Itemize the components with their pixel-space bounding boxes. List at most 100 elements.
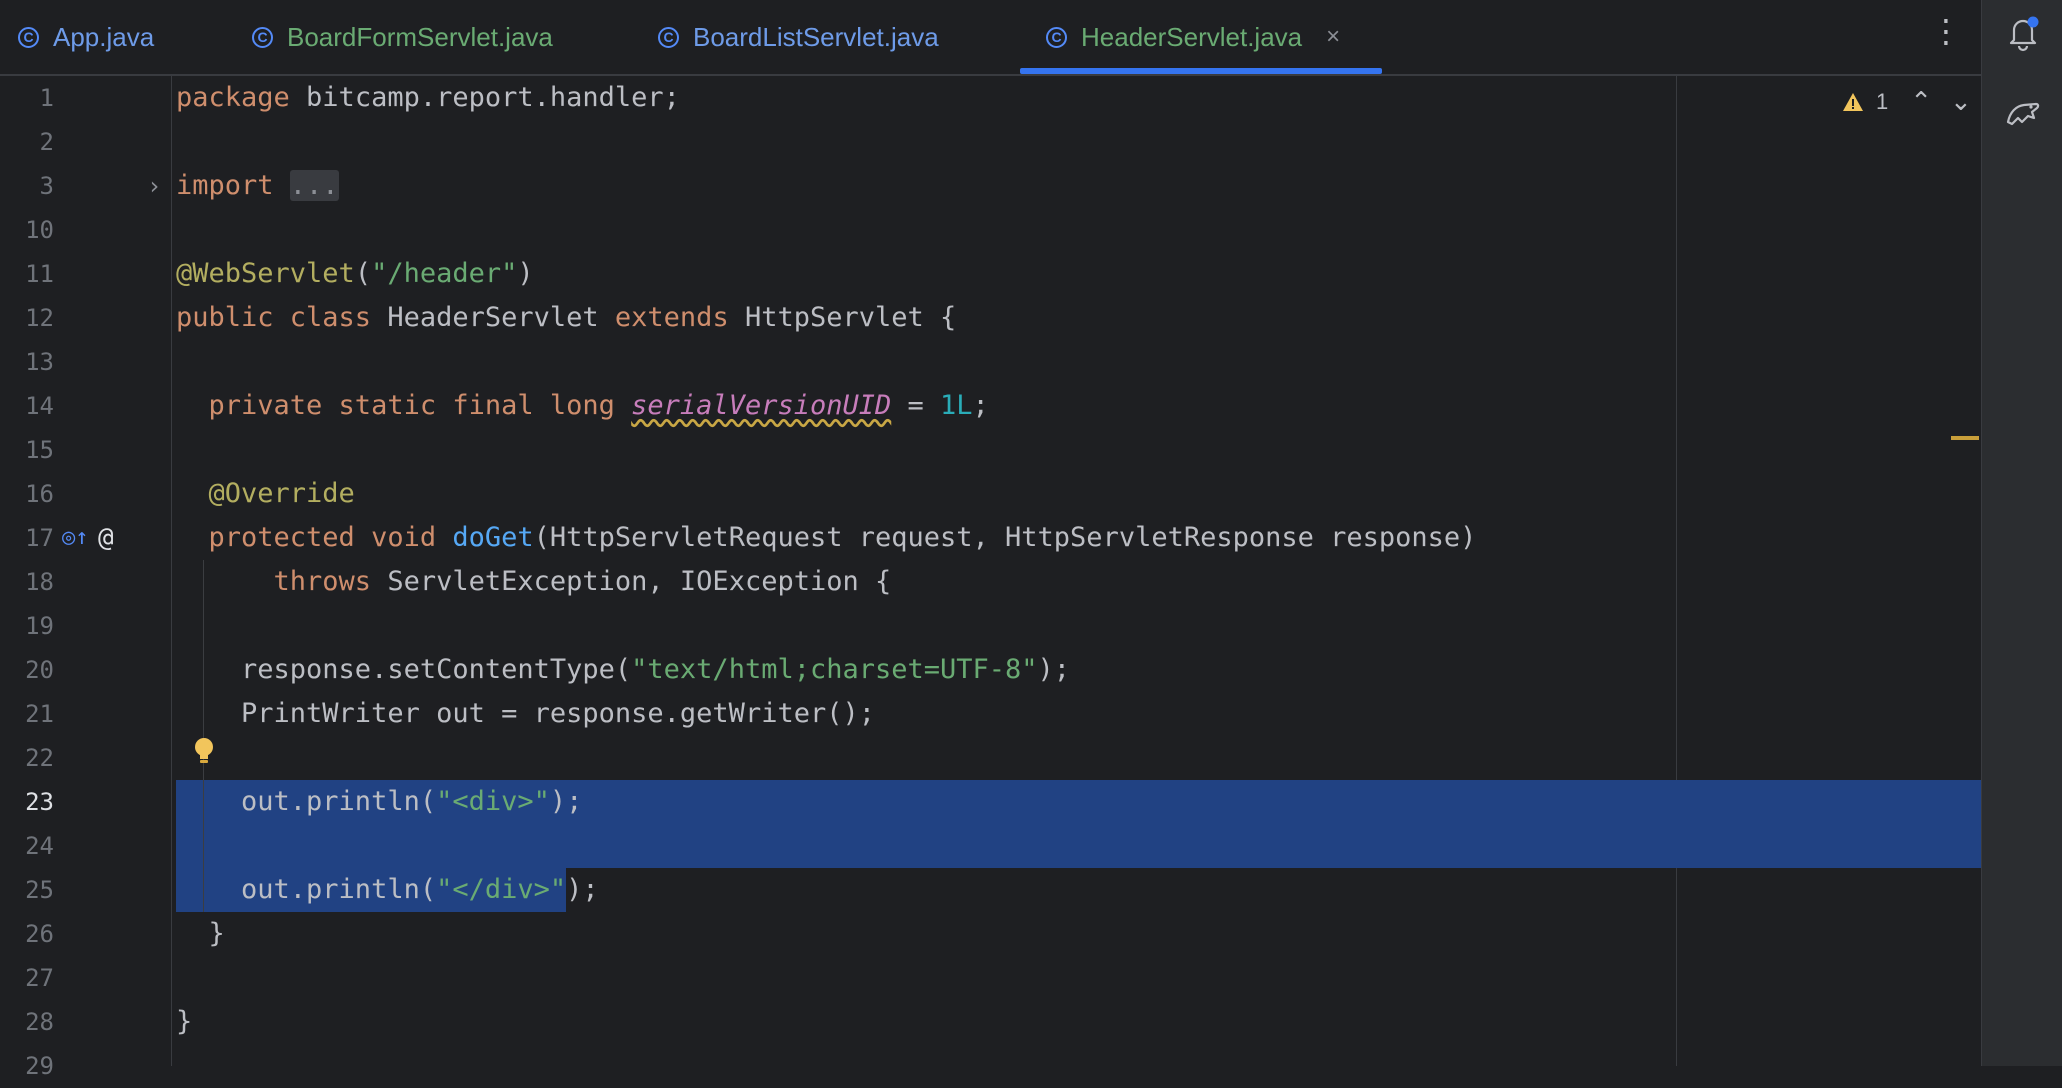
code-line[interactable]: 16 @Override xyxy=(0,472,1981,516)
code-token: doGet xyxy=(452,522,534,553)
ai-assistant-icon[interactable] xyxy=(2002,92,2044,134)
line-number: 18 xyxy=(25,568,54,596)
line-number: 22 xyxy=(25,744,54,772)
code-token: public class xyxy=(176,302,388,333)
code-token: throws xyxy=(176,566,388,597)
code-text: @Override xyxy=(176,472,355,516)
code-token: out.println( xyxy=(176,874,437,905)
c-class-icon: C xyxy=(1046,26,1067,48)
code-token: package xyxy=(176,82,307,113)
at-sign-icon[interactable]: @ xyxy=(98,516,114,560)
tab-headerservlet-java[interactable]: C HeaderServlet.java × xyxy=(1046,0,1340,74)
code-token: } xyxy=(176,1006,193,1037)
code-text: PrintWriter out = response.getWriter(); xyxy=(176,692,875,736)
code-line[interactable]: 14 private static final long serialVersi… xyxy=(0,384,1981,428)
code-token: PrintWriter out = response.getWriter(); xyxy=(176,698,875,729)
code-token: private static final long xyxy=(176,390,632,421)
c-class-icon: C xyxy=(252,26,273,48)
code-text: @WebServlet("/header") xyxy=(176,252,534,296)
close-icon[interactable]: × xyxy=(1326,23,1340,51)
line-number: 12 xyxy=(25,304,54,332)
line-number: 19 xyxy=(25,612,54,640)
code-text: } xyxy=(176,1000,192,1044)
code-line[interactable]: 24 xyxy=(0,824,1981,868)
code-line[interactable]: 25 out.println("</div>"); xyxy=(0,868,1981,912)
code-token: "/header" xyxy=(371,258,518,289)
code-token: "<div>" xyxy=(436,786,550,817)
c-class-icon: C xyxy=(658,26,679,48)
code-token: "</div>" xyxy=(436,874,567,905)
tab-label: App.java xyxy=(53,21,155,52)
code-line[interactable]: 27 xyxy=(0,956,1981,1000)
code-line[interactable]: 11 @WebServlet("/header") xyxy=(0,252,1981,296)
c-class-icon: C xyxy=(18,26,39,48)
fold-expand-icon[interactable]: › xyxy=(147,164,161,208)
code-line[interactable]: 13 xyxy=(0,340,1981,384)
code-line[interactable]: 15 xyxy=(0,428,1981,472)
code-token: ); xyxy=(566,874,599,905)
code-token: } xyxy=(176,918,225,949)
code-line[interactable]: 19 xyxy=(0,604,1981,648)
more-vertical-icon[interactable]: ⋮ xyxy=(1930,12,1962,50)
code-token: "text/html;charset=UTF-8" xyxy=(631,654,1038,685)
tab-label: BoardListServlet.java xyxy=(693,21,939,52)
code-text: response.setContentType("text/html;chars… xyxy=(176,648,1070,692)
code-text: public class HeaderServlet extends HttpS… xyxy=(176,296,956,340)
line-number: 3 xyxy=(39,172,54,200)
code-token: ); xyxy=(1037,654,1071,685)
code-line[interactable]: 12 public class HeaderServlet extends Htt… xyxy=(0,296,1981,340)
code-line[interactable]: 22 xyxy=(0,736,1981,780)
code-line[interactable]: 1 package bitcamp.report.handler; xyxy=(0,76,1981,120)
code-line[interactable]: 18 throws ServletException, IOException … xyxy=(0,560,1981,604)
code-token: = xyxy=(891,390,941,421)
line-number: 24 xyxy=(25,832,54,860)
editor-tab-bar: C App.java C BoardFormServlet.java C Boa… xyxy=(0,0,1981,76)
override-marker-icon[interactable]: ◎↑ xyxy=(62,516,89,560)
line-number: 27 xyxy=(25,964,54,992)
code-token: protected void xyxy=(176,522,453,553)
folded-imports-chip[interactable]: ... xyxy=(289,170,339,201)
code-text: import ... xyxy=(176,164,339,208)
line-number: 14 xyxy=(25,392,54,420)
line-number: 1 xyxy=(39,84,54,112)
code-line[interactable]: 29 xyxy=(0,1044,1981,1088)
tab-app-java[interactable]: C App.java xyxy=(18,0,154,74)
code-token: 1L xyxy=(940,390,973,421)
code-text: package bitcamp.report.handler; xyxy=(176,76,680,120)
code-line[interactable]: 28} xyxy=(0,1000,1981,1044)
code-line[interactable]: 10 xyxy=(0,208,1981,252)
tab-label: HeaderServlet.java xyxy=(1081,21,1303,52)
tab-boardlistservlet-java[interactable]: C BoardListServlet.java xyxy=(658,0,939,74)
selection-highlight xyxy=(176,824,1981,868)
line-number: 17 xyxy=(25,524,54,552)
line-number: 16 xyxy=(25,480,54,508)
code-editor[interactable]: 1 ⌃ ⌄ 1 package bitcamp.report.handler; 2 3… xyxy=(0,76,1981,1080)
code-token: extends xyxy=(614,302,745,333)
code-line[interactable]: 21 PrintWriter out = response.getWriter(… xyxy=(0,692,1981,736)
line-number: 21 xyxy=(25,700,54,728)
tab-boardformservlet-java[interactable]: C BoardFormServlet.java xyxy=(252,0,553,74)
bell-icon[interactable] xyxy=(2002,12,2044,54)
code-line[interactable]: 17 ◎↑ @ protected void doGet(HttpServletRe… xyxy=(0,516,1981,560)
line-number: 10 xyxy=(25,216,54,244)
code-line[interactable]: 20 response.setContentType("text/html;ch… xyxy=(0,648,1981,692)
code-token: bitcamp.report.handler; xyxy=(306,82,680,113)
code-text: } xyxy=(176,912,225,956)
code-token: ) xyxy=(517,258,534,289)
code-token: @Override xyxy=(176,478,355,509)
code-token: ; xyxy=(972,390,989,421)
code-token: import xyxy=(176,170,290,201)
code-line[interactable]: 26 } xyxy=(0,912,1981,956)
code-token: serialVersionUID xyxy=(631,390,892,421)
code-token: @WebServlet xyxy=(176,258,355,289)
code-line[interactable]: 23 out.println("<div>"); xyxy=(0,780,1981,824)
code-text: protected void doGet(HttpServletRequest … xyxy=(176,516,1477,560)
line-number: 28 xyxy=(25,1008,54,1036)
line-number: 23 xyxy=(25,788,54,816)
line-number: 15 xyxy=(25,436,54,464)
line-number: 13 xyxy=(25,348,54,376)
tab-label: BoardFormServlet.java xyxy=(287,21,553,52)
lightbulb-icon[interactable] xyxy=(191,736,217,770)
code-line[interactable]: 3 › import ... xyxy=(0,164,1981,208)
code-line[interactable]: 2 xyxy=(0,120,1981,164)
